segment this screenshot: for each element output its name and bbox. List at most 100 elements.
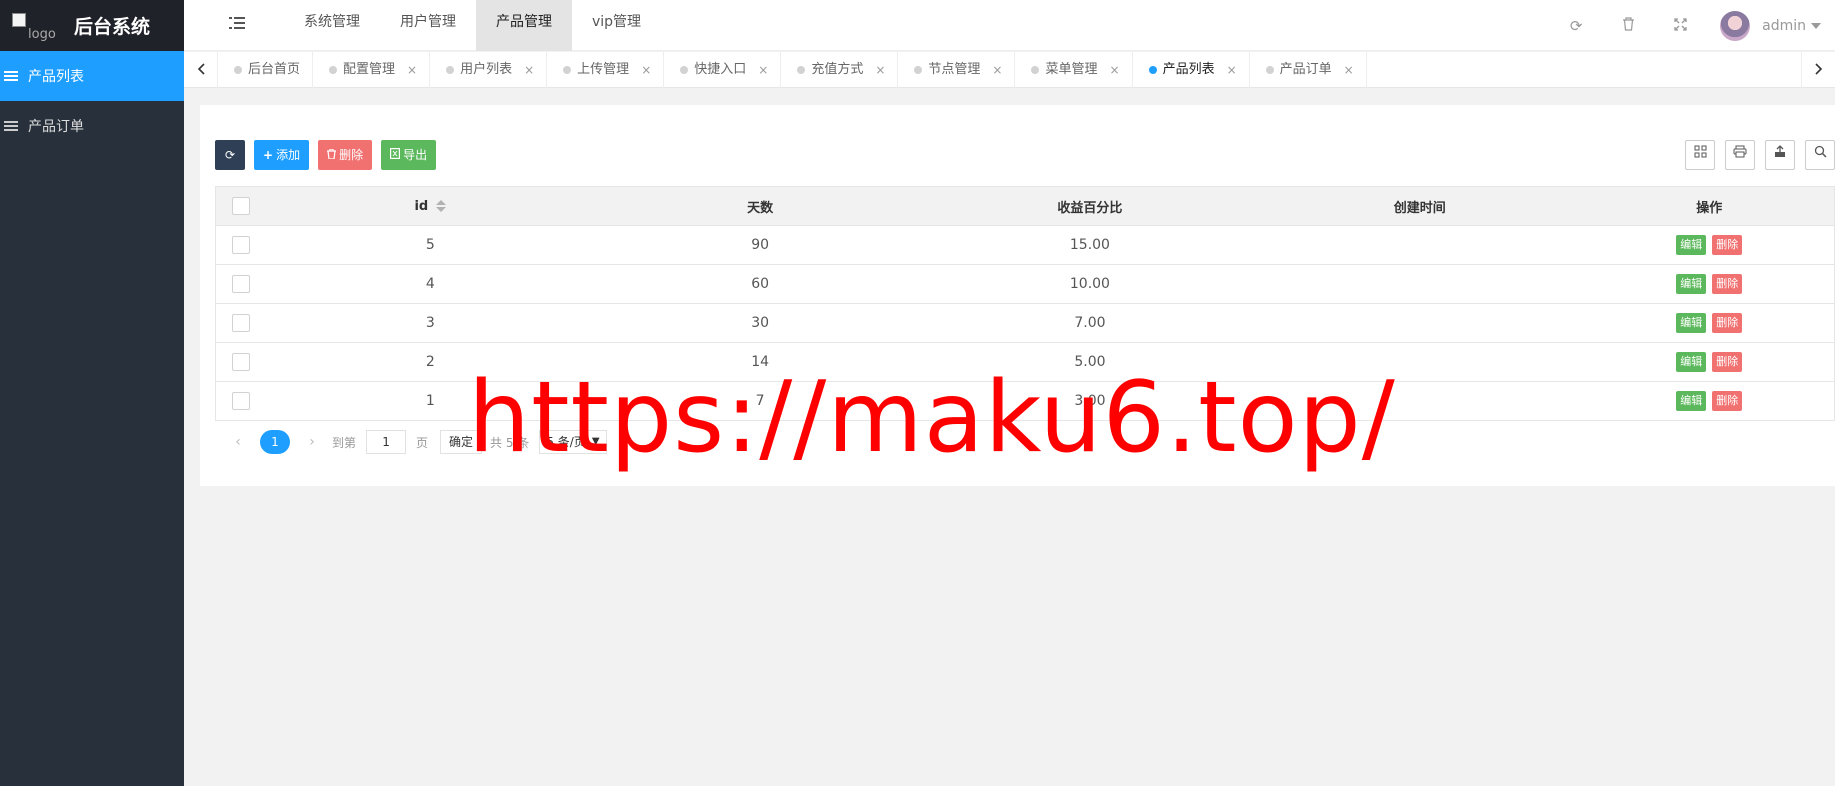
- avatar[interactable]: [1720, 10, 1751, 41]
- tabs: 后台首页 配置管理 × 用户列表 × 上传管理 × 快捷入口 × 充值方式 × 节点管理 ×…: [218, 52, 1367, 88]
- column-header-created: 创建时间: [1254, 186, 1585, 226]
- refresh-button[interactable]: ⟳: [215, 140, 245, 170]
- tab-dot: [1031, 66, 1040, 74]
- column-header-id[interactable]: id: [265, 186, 596, 226]
- cell-created: [1254, 303, 1585, 343]
- sidebar-item-product-orders[interactable]: 产品订单: [0, 101, 184, 151]
- trash-icon: [327, 140, 337, 170]
- sidebar-item-product-list[interactable]: 产品列表: [0, 51, 184, 101]
- row-select-cell: [215, 303, 266, 343]
- tabs-scroll-right-icon[interactable]: [1801, 52, 1835, 88]
- tab-label: 后台首页: [248, 62, 301, 77]
- topnav-products[interactable]: 产品管理: [476, 0, 572, 51]
- fullscreen-icon[interactable]: [1654, 17, 1706, 35]
- watermark-text: https://maku6.top/: [468, 361, 1396, 475]
- tab-label: 节点管理: [928, 62, 981, 77]
- delete-row-button[interactable]: 删除: [1712, 352, 1743, 372]
- logo-alt-text: logo: [28, 26, 56, 42]
- delete-button[interactable]: 删除: [318, 140, 373, 170]
- tab-menus[interactable]: 菜单管理 ×: [1015, 52, 1133, 88]
- tabs-scroll-left-icon[interactable]: [184, 52, 218, 88]
- close-icon[interactable]: ×: [524, 52, 534, 88]
- row-checkbox[interactable]: [231, 236, 250, 254]
- current-page[interactable]: 1: [260, 430, 290, 454]
- tab-dot: [563, 66, 572, 74]
- tab-product-list[interactable]: 产品列表 ×: [1133, 52, 1250, 88]
- sidebar-item-label: 产品列表: [28, 69, 84, 85]
- refresh-icon[interactable]: ⟳: [1550, 17, 1602, 35]
- cell-actions: 编辑 删除: [1584, 381, 1835, 421]
- search-icon[interactable]: [1805, 140, 1835, 170]
- row-checkbox[interactable]: [231, 275, 250, 293]
- list-icon: [4, 120, 18, 132]
- next-page-icon[interactable]: ›: [302, 434, 322, 450]
- table-row: 4 60 10.00 编辑 删除: [215, 264, 1835, 304]
- list-icon: [4, 70, 18, 82]
- delete-row-button[interactable]: 删除: [1712, 274, 1743, 294]
- table-header-row: id 天数 收益百分比 创建时间 操作: [215, 186, 1835, 226]
- page-unit-label: 页: [416, 435, 429, 450]
- add-button[interactable]: + 添加: [254, 140, 310, 170]
- close-icon[interactable]: ×: [1227, 52, 1237, 88]
- table-row: 3 30 7.00 编辑 删除: [215, 303, 1835, 343]
- delete-row-button[interactable]: 删除: [1712, 235, 1743, 255]
- export-icon[interactable]: [1765, 140, 1795, 170]
- tab-recharge[interactable]: 充值方式 ×: [781, 52, 899, 88]
- menu-toggle-icon[interactable]: [229, 16, 245, 30]
- tab-upload[interactable]: 上传管理 ×: [547, 52, 665, 88]
- edit-button[interactable]: 编辑: [1676, 391, 1707, 411]
- tab-config[interactable]: 配置管理 ×: [313, 52, 431, 88]
- select-all-cell: [215, 186, 266, 226]
- cell-rate: 7.00: [925, 303, 1255, 343]
- row-checkbox[interactable]: [231, 314, 250, 332]
- close-icon[interactable]: ×: [1110, 52, 1120, 88]
- user-menu[interactable]: admin: [1762, 18, 1821, 34]
- tab-product-orders[interactable]: 产品订单 ×: [1250, 52, 1367, 88]
- row-checkbox[interactable]: [231, 353, 250, 371]
- topnav-vip[interactable]: vip管理: [572, 0, 661, 51]
- sort-icon[interactable]: [436, 200, 447, 212]
- columns-icon[interactable]: [1685, 140, 1715, 170]
- close-icon[interactable]: ×: [407, 52, 417, 88]
- tab-label: 菜单管理: [1045, 62, 1098, 77]
- row-checkbox[interactable]: [231, 392, 250, 410]
- user-name: admin: [1762, 17, 1806, 34]
- tab-label: 产品列表: [1162, 62, 1215, 77]
- close-icon[interactable]: ×: [1344, 52, 1354, 88]
- cell-days: 30: [595, 303, 926, 343]
- delete-row-button[interactable]: 删除: [1712, 391, 1743, 411]
- tab-home[interactable]: 后台首页: [218, 52, 314, 88]
- add-label: 添加: [276, 148, 301, 162]
- column-header-actions: 操作: [1584, 186, 1835, 226]
- tab-label: 上传管理: [577, 62, 630, 77]
- edit-button[interactable]: 编辑: [1676, 235, 1707, 255]
- tab-dot: [680, 66, 689, 74]
- tab-label: 用户列表: [460, 62, 513, 77]
- topnav-system[interactable]: 系统管理: [284, 0, 380, 51]
- edit-button[interactable]: 编辑: [1676, 352, 1707, 372]
- edit-button[interactable]: 编辑: [1676, 313, 1707, 333]
- print-icon[interactable]: [1725, 140, 1755, 170]
- close-icon[interactable]: ×: [641, 52, 651, 88]
- tab-nodes[interactable]: 节点管理 ×: [898, 52, 1016, 88]
- goto-label: 到第: [332, 435, 357, 450]
- top-bar: 系统管理 用户管理 产品管理 vip管理 ⟳ admin: [184, 0, 1835, 51]
- prev-page-icon[interactable]: ‹: [228, 434, 248, 450]
- topnav-users[interactable]: 用户管理: [380, 0, 476, 51]
- close-icon[interactable]: ×: [992, 52, 1002, 88]
- tab-shortcuts[interactable]: 快捷入口 ×: [664, 52, 782, 88]
- close-icon[interactable]: ×: [875, 52, 885, 88]
- export-file-icon: [390, 140, 401, 170]
- tab-user-list[interactable]: 用户列表 ×: [430, 52, 548, 88]
- goto-page-input[interactable]: 1: [366, 430, 407, 454]
- delete-row-button[interactable]: 删除: [1712, 313, 1743, 333]
- select-all-checkbox[interactable]: [231, 197, 250, 215]
- cell-days: 60: [595, 264, 926, 304]
- export-button[interactable]: 导出: [381, 140, 437, 170]
- logo-image: logo: [12, 11, 62, 42]
- tab-dot: [446, 66, 455, 74]
- trash-icon[interactable]: [1602, 16, 1654, 35]
- column-header-days: 天数: [595, 186, 926, 226]
- edit-button[interactable]: 编辑: [1676, 274, 1707, 294]
- close-icon[interactable]: ×: [758, 52, 768, 88]
